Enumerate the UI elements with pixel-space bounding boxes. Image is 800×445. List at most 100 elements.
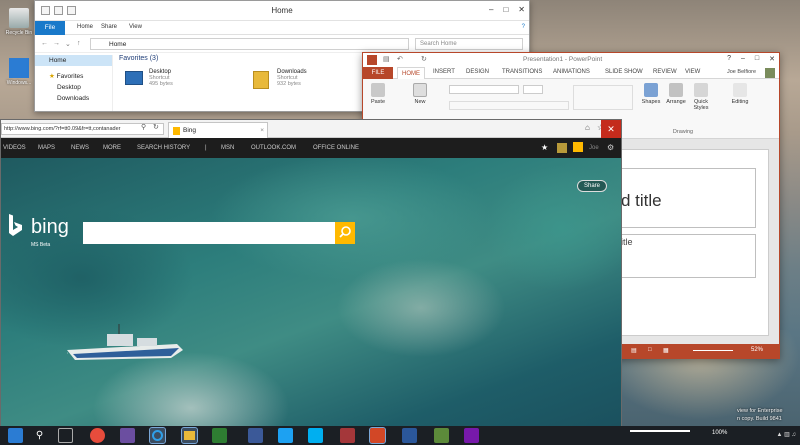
slide-editing-area[interactable]: d title itle [613, 139, 779, 344]
tab-design[interactable]: DESIGN [466, 69, 489, 75]
url-bar[interactable]: http://www.bing.com/?rf=tt0.09&fr=tt,con… [1, 123, 164, 135]
nav-news[interactable]: NEWS [71, 145, 89, 151]
font-format-row[interactable] [449, 101, 569, 110]
nav-more[interactable]: MORE [103, 145, 121, 151]
nav-item-downloads[interactable]: Downloads [35, 93, 112, 104]
redo-icon[interactable]: ↻ [421, 55, 427, 63]
save-icon[interactable]: ▤ [383, 55, 390, 63]
store-icon[interactable] [212, 428, 227, 443]
close-icon[interactable]: ✕ [769, 55, 775, 63]
recent-locations-icon[interactable]: ⌄ [65, 40, 71, 48]
zoom-level[interactable]: 52% [751, 347, 763, 353]
share-button[interactable]: Share [576, 180, 607, 192]
zoom-slider[interactable] [630, 430, 690, 432]
search-icon[interactable]: ⚲ [32, 428, 47, 443]
address-bar[interactable]: Home [90, 38, 409, 50]
up-icon[interactable]: ↑ [77, 40, 81, 47]
rewards-badge-icon[interactable] [573, 142, 583, 152]
shapes-button[interactable]: Shapes [639, 83, 663, 105]
windows-desktop-icon[interactable]: Windows... [2, 58, 36, 86]
favorites-star-icon[interactable]: ★ [541, 143, 548, 152]
skype-icon[interactable] [308, 428, 323, 443]
ppt-titlebar[interactable]: ▤ ↶ ↻ Presentation1 - PowerPoint ? – □ ✕ [363, 53, 779, 67]
minimize-icon[interactable]: – [489, 5, 493, 14]
back-icon[interactable]: ← [41, 40, 48, 47]
tab-close-icon[interactable]: × [260, 123, 264, 138]
search-icon[interactable]: ⚲ [141, 123, 146, 131]
tab-home[interactable]: Home [77, 24, 93, 30]
tab-file[interactable]: FILE [363, 67, 393, 79]
editing-button[interactable]: Editing [727, 83, 753, 105]
file-explorer-icon[interactable] [181, 427, 198, 444]
word-icon[interactable] [402, 428, 417, 443]
normal-view-icon[interactable]: □ [648, 347, 652, 353]
font-name-dropdown[interactable] [449, 85, 519, 94]
tab-slide-show[interactable]: SLIDE SHOW [605, 69, 643, 75]
file-item-downloads[interactable]: Downloads Shortcut 932 bytes [253, 69, 363, 89]
nav-item-desktop[interactable]: Desktop [35, 82, 112, 93]
nav-msn[interactable]: MSN [221, 145, 234, 151]
onenote-icon[interactable] [464, 428, 479, 443]
close-icon[interactable]: ✕ [518, 5, 525, 14]
tab-review[interactable]: REVIEW [653, 69, 677, 75]
user-name[interactable]: Joe [589, 145, 599, 151]
nav-search-history[interactable]: SEARCH HISTORY [137, 145, 190, 151]
slide-sorter-icon[interactable]: ▦ [663, 347, 669, 354]
nav-videos[interactable]: VIDEOS [3, 145, 26, 151]
twitter-icon[interactable] [278, 428, 293, 443]
nav-item-favorites[interactable]: ★ Favorites [35, 70, 112, 82]
task-view-icon[interactable] [58, 428, 73, 443]
close-icon[interactable]: ✕ [601, 120, 621, 138]
tab-home[interactable]: HOME [397, 67, 425, 79]
paragraph-controls[interactable] [573, 85, 633, 110]
tab-view[interactable]: VIEW [685, 69, 700, 75]
tab-insert[interactable]: INSERT [433, 69, 455, 75]
undo-icon[interactable]: ↶ [397, 55, 403, 63]
paste-button[interactable]: Paste [367, 83, 389, 105]
slide-canvas[interactable]: d title itle [619, 149, 769, 336]
nav-item-home[interactable]: Home [35, 55, 112, 66]
new-slide-button[interactable]: New [409, 83, 431, 105]
user-name[interactable]: Joe Belfiore [727, 69, 756, 75]
tab-transitions[interactable]: TRANSITIONS [502, 69, 542, 75]
title-placeholder[interactable]: d title [620, 168, 756, 228]
notifications-icon[interactable]: ▲ [777, 432, 783, 438]
avatar[interactable] [765, 68, 775, 78]
app-icon-green[interactable] [434, 428, 449, 443]
app-icon-purple[interactable] [120, 428, 135, 443]
tab-bing[interactable]: Bing × [168, 122, 268, 138]
tab-animations[interactable]: ANIMATIONS [553, 69, 590, 75]
browser-window[interactable]: http://www.bing.com/?rf=tt0.09&fr=tt,con… [0, 119, 622, 445]
maximize-icon[interactable]: □ [503, 5, 508, 14]
facebook-icon[interactable] [248, 428, 263, 443]
explorer-titlebar[interactable]: Home – □ ✕ [35, 1, 529, 21]
nav-outlook[interactable]: OUTLOOK.COM [251, 145, 296, 151]
file-item-desktop[interactable]: Desktop Shortcut 495 bytes [125, 69, 235, 87]
search-input[interactable]: Search Home [415, 38, 523, 50]
nav-office-online[interactable]: OFFICE ONLINE [313, 145, 359, 151]
settings-gear-icon[interactable]: ⚙ [607, 143, 614, 152]
home-icon[interactable]: ⌂ [585, 123, 590, 132]
maximize-icon[interactable]: □ [755, 55, 759, 63]
tab-view[interactable]: View [129, 24, 142, 30]
search-button[interactable] [335, 222, 355, 244]
arrange-button[interactable]: Arrange [663, 83, 689, 105]
search-input[interactable] [83, 222, 335, 244]
notes-icon[interactable]: ▤ [631, 347, 637, 354]
subtitle-placeholder[interactable]: itle [620, 234, 756, 278]
nav-maps[interactable]: MAPS [38, 145, 55, 151]
rewards-icon[interactable] [557, 143, 567, 153]
zoom-slider[interactable] [693, 350, 733, 351]
font-size-dropdown[interactable] [523, 85, 543, 94]
app-icon-circle[interactable] [90, 428, 105, 443]
powerpoint-icon[interactable] [369, 427, 386, 444]
internet-explorer-icon[interactable] [149, 427, 166, 444]
network-icon[interactable]: ▥ [784, 432, 790, 438]
forward-icon[interactable]: → [53, 40, 60, 47]
minimize-icon[interactable]: – [741, 55, 745, 63]
tab-share[interactable]: Share [101, 24, 117, 30]
recycle-bin-desktop-icon[interactable]: Recycle Bin [2, 8, 36, 36]
tab-file[interactable]: File [35, 21, 65, 35]
help-icon[interactable]: ? [727, 55, 731, 63]
start-button[interactable] [8, 428, 23, 443]
